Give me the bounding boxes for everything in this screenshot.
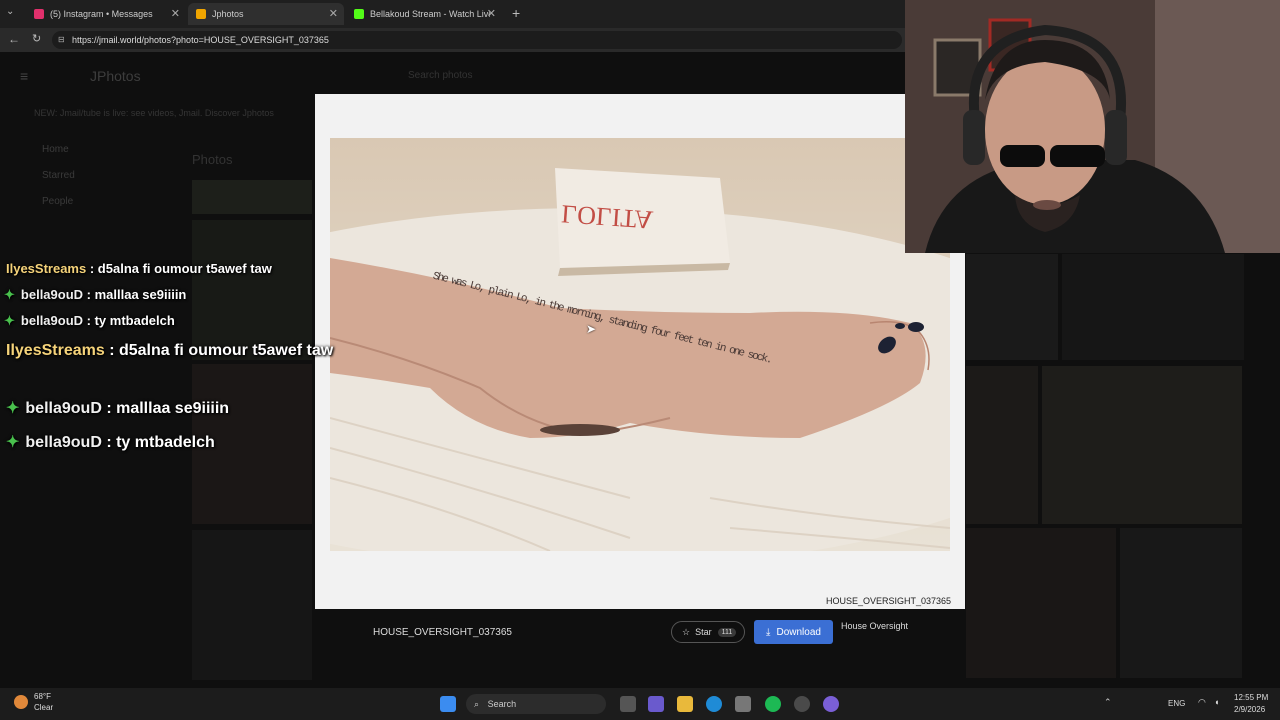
close-tab-icon[interactable]: ✕ xyxy=(487,7,496,20)
kick-icon xyxy=(354,9,364,19)
close-tab-icon[interactable]: ✕ xyxy=(171,7,180,20)
badge-icon: ✦ xyxy=(4,313,15,328)
tab-list-chevron-icon[interactable]: ⌄ xyxy=(6,6,22,22)
chat-username: bella9ouD xyxy=(20,313,84,328)
thumbnail[interactable] xyxy=(1042,366,1242,524)
site-info-icon[interactable]: ⊟ xyxy=(58,31,65,49)
jphotos-icon xyxy=(196,9,206,19)
tab-instagram[interactable]: (5) Instagram • Messages ✕ xyxy=(26,3,186,25)
chat-username: IlyesStreams xyxy=(6,342,105,359)
close-tab-icon[interactable]: ✕ xyxy=(329,7,338,20)
new-tab-icon[interactable]: + xyxy=(512,5,520,21)
thumbnail[interactable] xyxy=(966,366,1038,524)
chrome-icon[interactable] xyxy=(794,696,810,712)
star-label: Star xyxy=(695,627,712,637)
chat-text: : malllaa se9iiiin xyxy=(106,400,230,417)
wifi-icon[interactable]: ◠ xyxy=(1198,697,1206,708)
tab-jphotos[interactable]: Jphotos ✕ xyxy=(188,3,344,25)
badge-icon: ✦ xyxy=(6,434,20,451)
sidebar-item-home[interactable]: Home xyxy=(42,144,69,155)
taskbar-search-label: Search xyxy=(487,699,517,709)
tab-label: Jphotos xyxy=(212,9,244,19)
tab-label: Bellakoud Stream - Watch Live on xyxy=(370,9,490,19)
reload-icon[interactable]: ↻ xyxy=(32,32,41,45)
photo-image[interactable]: LOLITA She was Lo, plain Lo, in the morn… xyxy=(330,138,950,551)
chat-text: : d5alna fi oumour t5awef taw xyxy=(109,342,334,359)
edge-browser-icon[interactable] xyxy=(706,696,722,712)
url-text: https://jmail.world/photos?photo=HOUSE_O… xyxy=(72,35,329,45)
photo-illustration: LOLITA She was Lo, plain Lo, in the morn… xyxy=(330,138,950,551)
download-label: Download xyxy=(776,626,821,638)
chat-text: : ty mtbadelch xyxy=(106,434,215,451)
webcam-figure xyxy=(905,0,1280,253)
clock-time[interactable]: 12:55 PM xyxy=(1234,693,1268,702)
thumbnail[interactable] xyxy=(1120,528,1242,678)
banner: NEW: Jmail/tube is live: see videos, Jma… xyxy=(34,108,274,118)
star-icon: ☆ xyxy=(682,626,691,637)
chat-message: IlyesStreams : d5alna fi oumour t5awef t… xyxy=(6,337,346,365)
mouse-cursor-icon: ➤ xyxy=(586,322,597,336)
app-title: JPhotos xyxy=(90,68,141,84)
chat-text: : d5alna fi oumour t5awef taw xyxy=(89,261,272,276)
menu-icon[interactable]: ≡ xyxy=(20,68,28,84)
download-button[interactable]: ⤓ Download xyxy=(754,620,833,644)
chat-username: bella9ouD xyxy=(20,287,84,302)
weather-condition: Clear xyxy=(34,703,54,712)
file-explorer-icon[interactable] xyxy=(677,696,693,712)
badge-icon: ✦ xyxy=(4,287,15,302)
chat-username: bella9ouD xyxy=(25,400,102,417)
tab-label: (5) Instagram • Messages xyxy=(50,9,153,19)
weather-temp: 68°F xyxy=(34,692,51,701)
chat-message: IlyesStreams : d5alna fi oumour t5awef t… xyxy=(6,261,272,276)
thumbnail[interactable] xyxy=(192,180,312,214)
windows-start-icon[interactable] xyxy=(440,696,456,712)
instagram-icon xyxy=(34,9,44,19)
star-count-badge: 111 xyxy=(717,627,737,637)
chat-username: bella9ouD xyxy=(25,434,102,451)
thumbnail[interactable] xyxy=(966,254,1058,360)
volume-icon[interactable]: ◖ xyxy=(1214,697,1219,707)
url-field[interactable]: ⊟ https://jmail.world/photos?photo=HOUSE… xyxy=(52,31,902,49)
store-icon[interactable] xyxy=(735,696,751,712)
photo-id-label: HOUSE_OVERSIGHT_037365 xyxy=(826,596,952,606)
tray-chevron-icon[interactable]: ⌃ xyxy=(1104,697,1112,708)
chat-message: ✦ bella9ouD : malllaa se9iiiin xyxy=(6,398,229,418)
task-view-icon[interactable] xyxy=(620,696,636,712)
sidebar-item-people[interactable]: People xyxy=(42,196,73,207)
discord-icon[interactable] xyxy=(823,696,839,712)
weather-widget[interactable]: 68°F Clear xyxy=(14,692,74,716)
copilot-icon[interactable] xyxy=(648,696,664,712)
search-input[interactable]: Search photos xyxy=(408,70,473,81)
taskbar-search[interactable]: ⌕ Search xyxy=(466,694,606,714)
sidebar-item-starred[interactable]: Starred xyxy=(42,170,75,181)
section-title: Photos xyxy=(192,152,233,167)
chat-message: ✦ bella9ouD : ty mtbadelch xyxy=(4,313,175,329)
search-icon: ⌕ xyxy=(474,699,480,709)
chat-message: ✦ bella9ouD : malllaa se9iiiin xyxy=(4,287,186,303)
chat-text: : ty mtbadelch xyxy=(86,313,175,328)
language-indicator[interactable]: ENG xyxy=(1168,699,1185,708)
spotify-icon[interactable] xyxy=(765,696,781,712)
star-button[interactable]: ☆ Star 111 xyxy=(671,621,745,643)
photo-source: House Oversight xyxy=(841,621,909,631)
webcam-overlay xyxy=(905,0,1280,253)
chat-text: : malllaa se9iiiin xyxy=(86,287,187,302)
weather-icon xyxy=(14,695,28,709)
thumbnail[interactable] xyxy=(966,528,1116,678)
clock-date[interactable]: 2/9/2026 xyxy=(1234,705,1265,714)
thumbnail[interactable] xyxy=(1062,254,1244,360)
tab-stream[interactable]: Bellakoud Stream - Watch Live on ✕ xyxy=(346,3,502,25)
chat-message: ✦ bella9ouD : ty mtbadelch xyxy=(6,432,215,452)
thumbnail[interactable] xyxy=(192,530,312,680)
photo-filename: HOUSE_OVERSIGHT_037365 xyxy=(373,627,512,638)
taskbar xyxy=(0,688,1280,720)
download-icon: ⤓ xyxy=(766,626,771,638)
chat-username: IlyesStreams xyxy=(6,261,87,276)
back-icon[interactable]: ← xyxy=(8,32,20,46)
badge-icon: ✦ xyxy=(6,400,20,417)
